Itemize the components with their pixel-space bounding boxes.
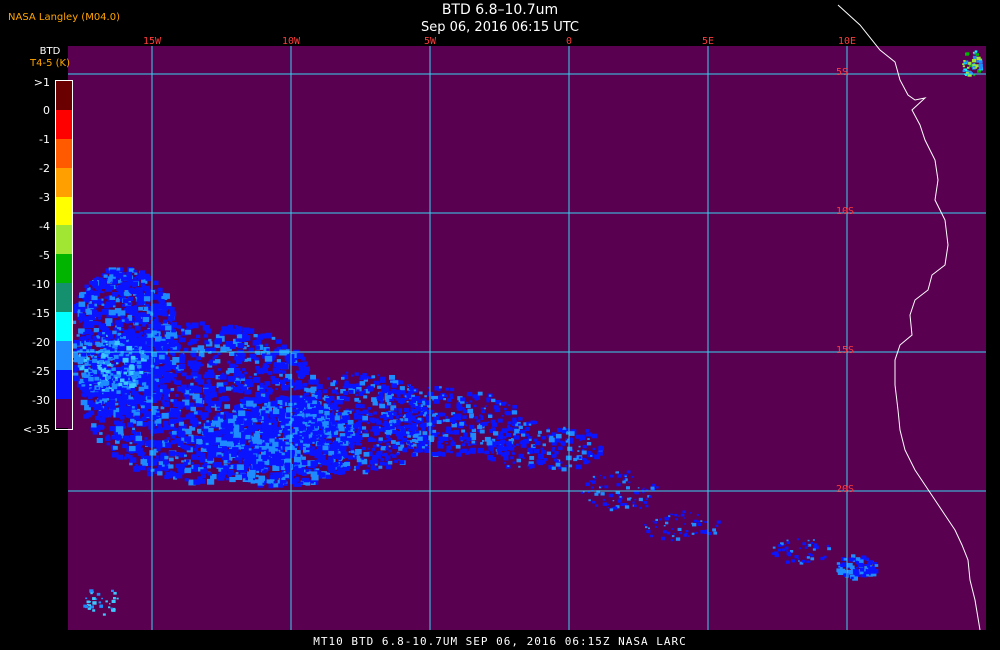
colorbar-header: BTD T4-5 (K) <box>30 46 70 70</box>
colorbar-cell <box>56 254 72 284</box>
colorbar-tick-label: -10 <box>32 278 50 291</box>
colorbar-cell <box>56 109 72 139</box>
latitude-label: 10S <box>836 206 855 217</box>
satellite-map <box>0 0 1000 650</box>
colorbar-cell <box>56 398 72 428</box>
longitude-label: 10W <box>281 36 301 47</box>
longitude-label: 10E <box>837 36 857 47</box>
latitude-label: 20S <box>836 484 855 495</box>
colorbar-tick-label: -5 <box>39 249 50 262</box>
map-background <box>68 46 986 630</box>
longitude-label: 0 <box>565 36 573 47</box>
colorbar-cell <box>56 225 72 255</box>
colorbar-cell <box>56 341 72 370</box>
colorbar-tick-label: -1 <box>39 133 50 146</box>
colorbar-cell <box>56 369 72 399</box>
latitude-label: 15S <box>836 345 855 356</box>
colorbar-tick-label: -20 <box>32 336 50 349</box>
longitude-label: 5W <box>423 36 437 47</box>
colorbar <box>55 80 73 430</box>
colorbar-title: BTD <box>39 46 61 57</box>
colorbar-tick-label: >1 <box>33 76 50 89</box>
colorbar-tick-label: -25 <box>32 365 50 378</box>
colorbar-cell <box>56 312 72 342</box>
colorbar-tick-label: -30 <box>32 394 50 407</box>
colorbar-cell <box>56 167 72 197</box>
footer-caption: MT10 BTD 6.8-10.7UM SEP 06, 2016 06:15Z … <box>313 635 687 648</box>
colorbar-cell <box>56 283 72 313</box>
colorbar-tick-label: <-35 <box>22 423 50 436</box>
colorbar-cell <box>56 81 72 110</box>
colorbar-tick-label: -4 <box>39 220 50 233</box>
longitude-label: 15W <box>142 36 162 47</box>
colorbar-cell <box>56 196 72 226</box>
colorbar-units: T4-5 (K) <box>30 58 70 69</box>
colorbar-tick-label: -2 <box>39 162 50 175</box>
page-title: BTD 6.8–10.7um <box>441 2 559 18</box>
timestamp: Sep 06, 2016 06:15 UTC <box>420 20 580 35</box>
colorbar-tick-label: -15 <box>32 307 50 320</box>
colorbar-tick-label: -3 <box>39 191 50 204</box>
colorbar-cell <box>56 138 72 168</box>
longitude-label: 5E <box>701 36 715 47</box>
latitude-label: 5S <box>836 67 849 78</box>
colorbar-tick-label: 0 <box>43 104 50 117</box>
